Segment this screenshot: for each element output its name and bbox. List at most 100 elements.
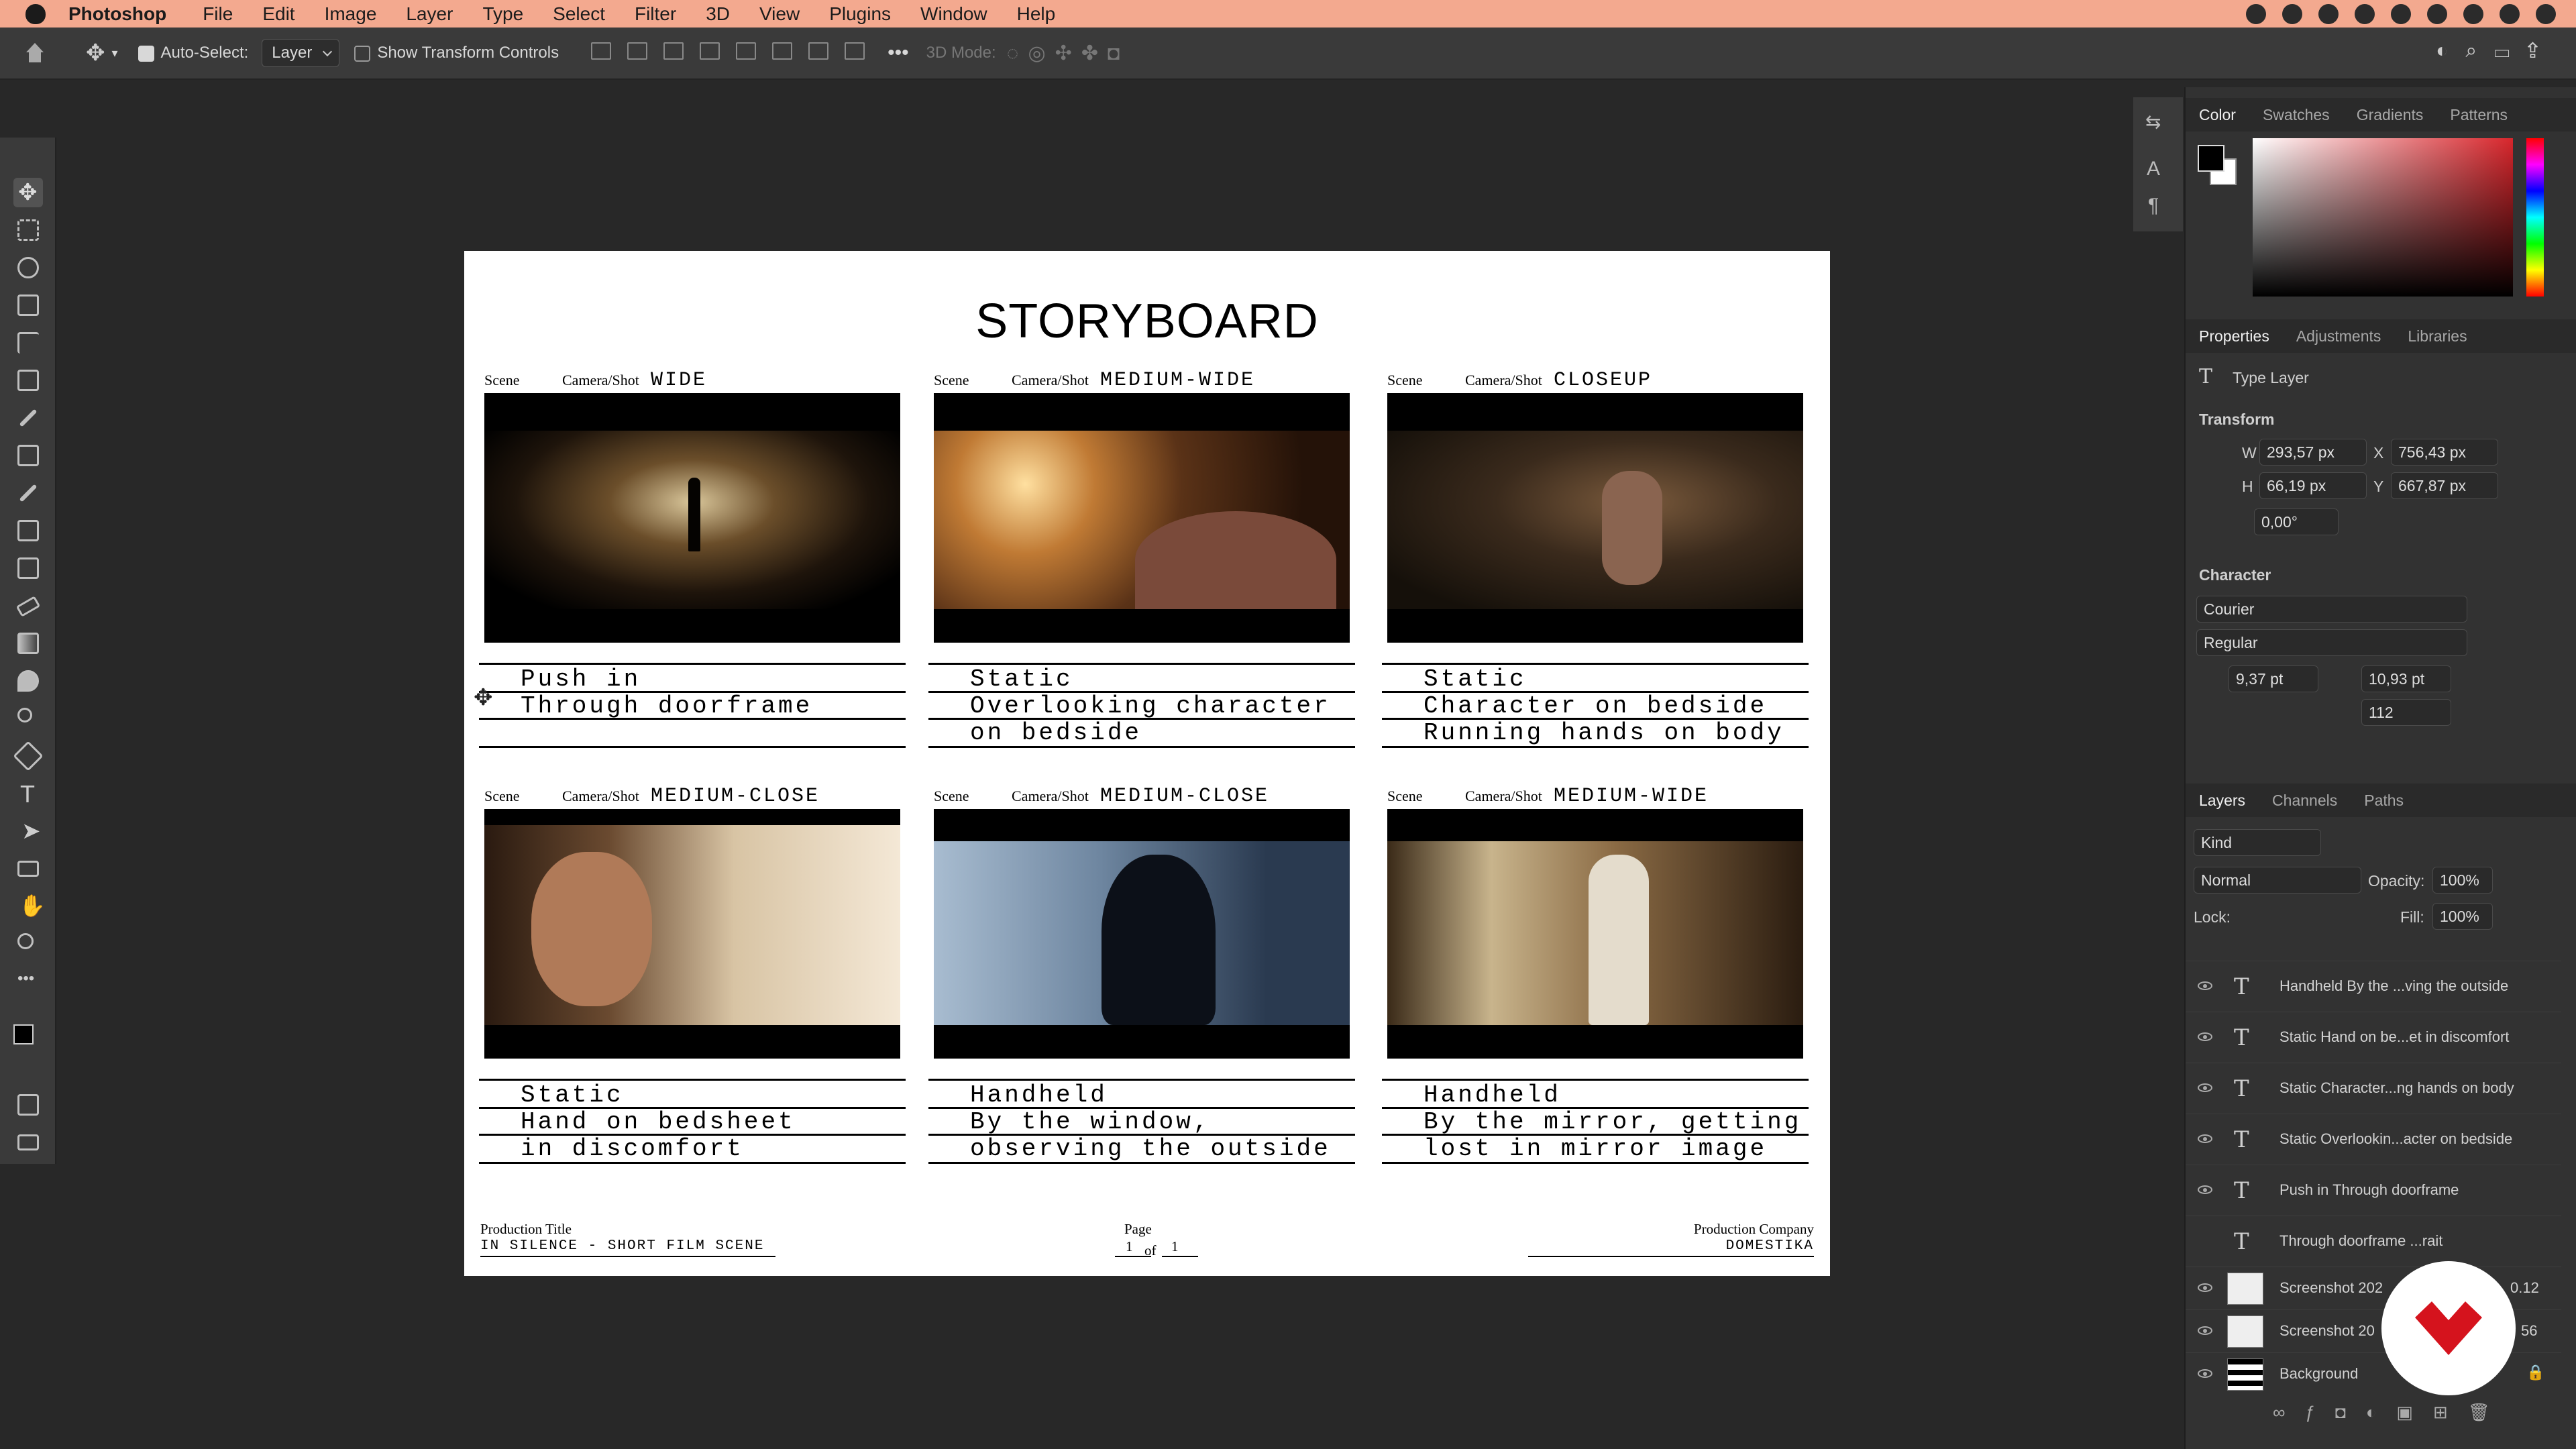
path-select-icon[interactable]: ➤	[13, 816, 43, 846]
character-icon[interactable]: A	[2147, 158, 2160, 180]
opacity-field[interactable]: 100%	[2432, 867, 2493, 894]
tray-icon[interactable]	[2318, 4, 2339, 24]
menu-help[interactable]: Help	[1017, 3, 1056, 25]
rectangle-tool-icon[interactable]	[13, 854, 43, 883]
quick-mask-icon[interactable]	[13, 1090, 43, 1120]
search-icon[interactable]	[2500, 4, 2520, 24]
x-field[interactable]: 756,43 px	[2391, 439, 2498, 466]
tray-icon[interactable]	[2282, 4, 2302, 24]
crop-tool-icon[interactable]	[13, 328, 43, 358]
tab-paths[interactable]: Paths	[2351, 792, 2417, 810]
lasso-tool-icon[interactable]	[13, 253, 43, 282]
screen-mode-icon[interactable]	[13, 1128, 43, 1157]
color-picker-field[interactable]	[2253, 138, 2513, 297]
align-icons[interactable]	[583, 42, 873, 64]
menu-app[interactable]: Photoshop	[68, 3, 166, 25]
menu-edit[interactable]: Edit	[262, 3, 294, 25]
eye-icon[interactable]	[2198, 1369, 2212, 1378]
wifi-icon[interactable]	[2427, 4, 2447, 24]
tab-channels[interactable]: Channels	[2259, 792, 2351, 810]
paragraph-icon[interactable]: ¶	[2148, 195, 2159, 217]
menu-plugins[interactable]: Plugins	[829, 3, 891, 25]
blend-mode-dropdown[interactable]: Normal	[2194, 867, 2361, 894]
menu-select[interactable]: Select	[553, 3, 605, 25]
home-icon[interactable]	[23, 42, 46, 64]
move-tool-icon[interactable]: ✥	[86, 40, 105, 66]
type-tool-icon[interactable]: T	[13, 779, 43, 808]
eye-icon[interactable]	[2198, 1326, 2212, 1335]
auto-select-dropdown[interactable]: Layer	[262, 39, 340, 67]
share-icons[interactable]: ◐⌕▭⇪	[2436, 40, 2556, 62]
frame-tool-icon[interactable]	[13, 366, 43, 395]
history-brush-icon[interactable]	[13, 553, 43, 583]
tab-swatches[interactable]: Swatches	[2249, 106, 2343, 124]
marquee-tool-icon[interactable]	[13, 215, 43, 245]
pen-tool-icon[interactable]	[13, 741, 44, 771]
gradient-icon[interactable]	[13, 629, 43, 658]
zoom-tool-icon[interactable]	[13, 929, 43, 959]
angle-field[interactable]: 0,00°	[2254, 508, 2339, 535]
tray-icon[interactable]	[2355, 4, 2375, 24]
menu-image[interactable]: Image	[325, 3, 377, 25]
eye-icon[interactable]	[2198, 1032, 2212, 1041]
dodge-tool-icon[interactable]	[13, 704, 43, 733]
layer-row[interactable]: T Handheld By the ...ving the outside	[2186, 961, 2561, 1012]
menu-3d[interactable]: 3D	[706, 3, 730, 25]
layer-row[interactable]: T Through doorframe ...rait	[2186, 1216, 2561, 1267]
menu-filter[interactable]: Filter	[635, 3, 676, 25]
foreground-swatch[interactable]	[2198, 145, 2224, 172]
tab-adjustments[interactable]: Adjustments	[2283, 327, 2395, 345]
tray-icon[interactable]	[2463, 4, 2483, 24]
layer-row[interactable]: T Push in Through doorframe	[2186, 1165, 2561, 1216]
tab-libraries[interactable]: Libraries	[2394, 327, 2480, 345]
menu-layer[interactable]: Layer	[406, 3, 453, 25]
eye-icon[interactable]	[2198, 981, 2212, 990]
font-family-dropdown[interactable]: Courier	[2196, 596, 2467, 623]
font-style-dropdown[interactable]: Regular	[2196, 629, 2467, 656]
tab-layers[interactable]: Layers	[2186, 792, 2259, 810]
chevron-down-icon[interactable]: ▾	[112, 46, 118, 60]
character-header[interactable]: Character	[2199, 566, 2271, 584]
layer-row[interactable]: T Static Character...ng hands on body	[2186, 1063, 2561, 1114]
storyboard-document[interactable]: STORYBOARD Scene Camera/Shot WIDE Push in …	[464, 251, 1830, 1276]
hand-tool-icon[interactable]: ✋	[13, 892, 46, 921]
tab-properties[interactable]: Properties	[2186, 327, 2283, 345]
height-field[interactable]: 66,19 px	[2259, 472, 2367, 499]
move-tool-icon[interactable]: ✥	[13, 178, 43, 207]
foreground-color-swatch[interactable]	[13, 1024, 43, 1054]
transform-header[interactable]: Transform	[2199, 411, 2274, 429]
tray-icon[interactable]	[2246, 4, 2266, 24]
y-field[interactable]: 667,87 px	[2391, 472, 2498, 499]
leading-field[interactable]: 10,93 pt	[2361, 665, 2451, 692]
tab-color[interactable]: Color	[2186, 106, 2249, 124]
tray-icon[interactable]	[2391, 4, 2411, 24]
apple-icon[interactable]	[25, 3, 46, 24]
eyedropper-icon[interactable]	[13, 403, 43, 433]
eye-icon[interactable]	[2198, 1185, 2212, 1194]
eye-icon[interactable]	[2198, 1083, 2212, 1092]
layer-kind-filter[interactable]: Kind	[2194, 829, 2321, 856]
menu-view[interactable]: View	[759, 3, 800, 25]
stamp-tool-icon[interactable]	[13, 516, 43, 545]
menu-window[interactable]: Window	[920, 3, 987, 25]
history-icon[interactable]: ⇆	[2145, 111, 2161, 133]
tracking-field[interactable]: 112	[2361, 699, 2451, 726]
layer-actions-icons[interactable]: ∞ƒ◘◐▣⊞🗑	[2273, 1402, 2510, 1423]
eye-icon[interactable]	[2198, 1283, 2212, 1292]
eye-icon[interactable]	[2198, 1134, 2212, 1143]
tab-patterns[interactable]: Patterns	[2436, 106, 2521, 124]
eraser-icon[interactable]	[13, 591, 43, 621]
menu-file[interactable]: File	[203, 3, 233, 25]
menu-type[interactable]: Type	[482, 3, 523, 25]
hue-slider[interactable]	[2526, 138, 2544, 297]
more-icon[interactable]: •••	[888, 42, 909, 64]
font-size-field[interactable]: 9,37 pt	[2229, 665, 2318, 692]
object-select-icon[interactable]	[13, 290, 43, 320]
healing-brush-icon[interactable]	[13, 441, 43, 470]
layer-row[interactable]: T Static Overlookin...acter on bedside	[2186, 1114, 2561, 1165]
control-center-icon[interactable]	[2536, 4, 2556, 24]
fill-field[interactable]: 100%	[2432, 903, 2493, 930]
brush-tool-icon[interactable]	[13, 478, 43, 508]
show-transform-checkbox[interactable]: Show Transform Controls	[354, 44, 559, 62]
blur-tool-icon[interactable]	[13, 666, 43, 696]
